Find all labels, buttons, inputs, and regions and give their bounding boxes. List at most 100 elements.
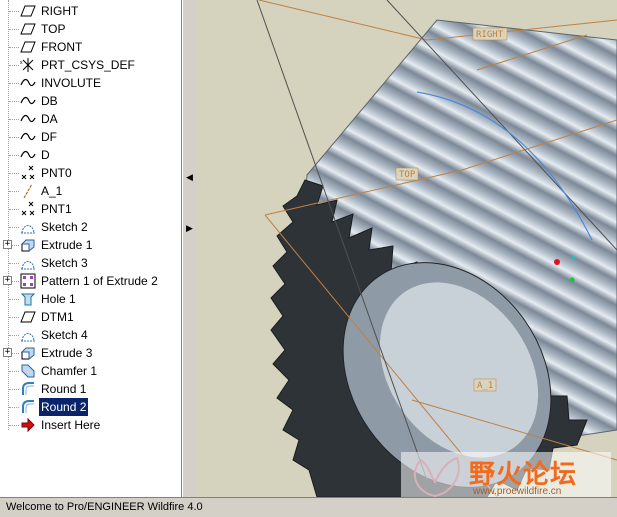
tree-guide-line — [9, 335, 19, 336]
tree-item-da[interactable]: DA — [0, 110, 181, 128]
tree-guide-line — [9, 407, 19, 408]
tree-guide-line — [9, 191, 19, 192]
status-message: Welcome to Pro/ENGINEER Wildfire 4.0 — [6, 501, 203, 513]
tree-item-hole-1[interactable]: Hole 1 — [0, 290, 181, 308]
datum-point-marker — [569, 277, 575, 283]
datum-plane-icon — [20, 21, 36, 37]
expand-plus-icon[interactable]: + — [3, 276, 12, 285]
tree-guide-line — [9, 11, 19, 12]
datum-point-marker — [554, 259, 560, 265]
tree-guide-line — [9, 83, 19, 84]
tree-item-pnt1[interactable]: PNT1 — [0, 200, 181, 218]
datum-curve-icon — [20, 93, 36, 109]
tree-item-label: PRT_CSYS_DEF — [41, 58, 135, 72]
tree-item-label: FRONT — [41, 40, 83, 54]
tree-item-insert-here[interactable]: Insert Here — [0, 416, 181, 434]
tree-guide-line — [9, 155, 19, 156]
tree-item-round-1[interactable]: Round 1 — [0, 380, 181, 398]
round-icon — [20, 381, 36, 397]
datum-point-icon — [20, 201, 36, 217]
sketch-icon — [20, 255, 36, 271]
expand-plus-icon[interactable]: + — [3, 348, 12, 357]
tree-item-label: DF — [41, 130, 57, 144]
tree-item-chamfer-1[interactable]: Chamfer 1 — [0, 362, 181, 380]
graphics-viewport[interactable]: RIGHT TOP A_1 — [197, 0, 617, 497]
tree-item-sketch-3[interactable]: Sketch 3 — [0, 254, 181, 272]
tree-item-label: Pattern 1 of Extrude 2 — [41, 274, 158, 288]
datum-curve-icon — [20, 111, 36, 127]
gear-model-view: RIGHT TOP A_1 — [256, 0, 617, 497]
tree-item-dtm1[interactable]: DTM1 — [0, 308, 181, 326]
tree-guide-line — [9, 173, 19, 174]
collapse-left-arrow-icon[interactable]: ◀ — [186, 172, 193, 183]
tree-item-sketch-4[interactable]: Sketch 4 — [0, 326, 181, 344]
tree-item-label: INVOLUTE — [41, 76, 102, 90]
tree-item-label: Sketch 3 — [41, 256, 88, 270]
panel-splitter[interactable]: ◀ ▶ — [182, 0, 198, 497]
tree-guide-line — [9, 389, 19, 390]
tree-item-label: PNT1 — [41, 202, 72, 216]
tree-item-label: DTM1 — [41, 310, 74, 324]
tree-item-label: TOP — [41, 22, 66, 36]
tree-item-sketch-2[interactable]: Sketch 2 — [0, 218, 181, 236]
tree-item-label: D — [41, 148, 50, 162]
tree-guide-line — [9, 47, 19, 48]
status-bar: Welcome to Pro/ENGINEER Wildfire 4.0 — [0, 497, 617, 517]
tree-guide-line — [9, 263, 19, 264]
tree-item-extrude-1[interactable]: + Extrude 1 — [0, 236, 181, 254]
extrude-icon — [20, 237, 36, 253]
watermark-url: www.proewildfire.cn — [473, 486, 562, 497]
tree-item-a-1[interactable]: A_1 — [0, 182, 181, 200]
hole-icon — [20, 291, 36, 307]
datum-label-right: RIGHT — [476, 30, 504, 40]
datum-curve-icon — [20, 147, 36, 163]
tree-guide-line — [9, 137, 19, 138]
expand-plus-icon[interactable]: + — [3, 240, 12, 249]
tree-item-extrude-3[interactable]: + Extrude 3 — [0, 344, 181, 362]
tree-guide-line — [9, 425, 19, 426]
sketch-icon — [20, 327, 36, 343]
tree-item-d[interactable]: D — [0, 146, 181, 164]
tree-item-label: Round 1 — [41, 382, 87, 396]
tree-item-front[interactable]: FRONT — [0, 38, 181, 56]
datum-point-icon — [20, 165, 36, 181]
tree-item-label: RIGHT — [41, 4, 79, 18]
sketch-icon — [20, 219, 36, 235]
datum-axis-icon — [20, 183, 36, 199]
tree-item-right[interactable]: RIGHT — [0, 2, 181, 20]
tree-item-label: Extrude 1 — [41, 238, 93, 252]
tree-guide-line — [9, 371, 19, 372]
tree-item-label: Insert Here — [41, 418, 101, 432]
tree-guide-line — [9, 29, 19, 30]
datum-plane-icon — [20, 3, 36, 19]
coordinate-system-icon: x — [20, 57, 36, 73]
tree-item-top[interactable]: TOP — [0, 20, 181, 38]
tree-item-label: Sketch 2 — [41, 220, 88, 234]
datum-label-axis: A_1 — [477, 381, 493, 391]
tree-item-prt-csys-def[interactable]: x PRT_CSYS_DEF — [0, 56, 181, 74]
tree-guide-line — [9, 209, 19, 210]
tree-item-pnt0[interactable]: PNT0 — [0, 164, 181, 182]
forum-logo-icon — [413, 456, 460, 498]
model-tree[interactable]: RIGHT TOP FRONT x PRT_CSYS_DEF INVOLUTE DB DA DF… — [0, 0, 182, 497]
datum-curve-icon — [20, 75, 36, 91]
svg-text:x: x — [20, 60, 23, 66]
round-icon — [20, 399, 36, 415]
datum-curve-icon — [20, 129, 36, 145]
tree-item-label: Hole 1 — [41, 292, 76, 306]
chamfer-icon — [20, 363, 36, 379]
tree-item-df[interactable]: DF — [0, 128, 181, 146]
insert-here-arrow-icon — [20, 417, 36, 433]
tree-guide-line — [9, 317, 19, 318]
tree-item-pattern-1-of-extrude-2[interactable]: + Pattern 1 of Extrude 2 — [0, 272, 181, 290]
tree-item-label: Chamfer 1 — [41, 364, 98, 378]
tree-item-label: PNT0 — [41, 166, 72, 180]
datum-plane-icon — [20, 39, 36, 55]
datum-label-top: TOP — [399, 170, 416, 180]
tree-item-round-2[interactable]: Round 2 — [0, 397, 181, 417]
expand-right-arrow-icon[interactable]: ▶ — [186, 223, 193, 234]
tree-item-involute[interactable]: INVOLUTE — [0, 74, 181, 92]
tree-guide-line — [9, 101, 19, 102]
tree-item-db[interactable]: DB — [0, 92, 181, 110]
forum-watermark: 野火论坛 www.proewildfire.cn — [401, 452, 611, 500]
